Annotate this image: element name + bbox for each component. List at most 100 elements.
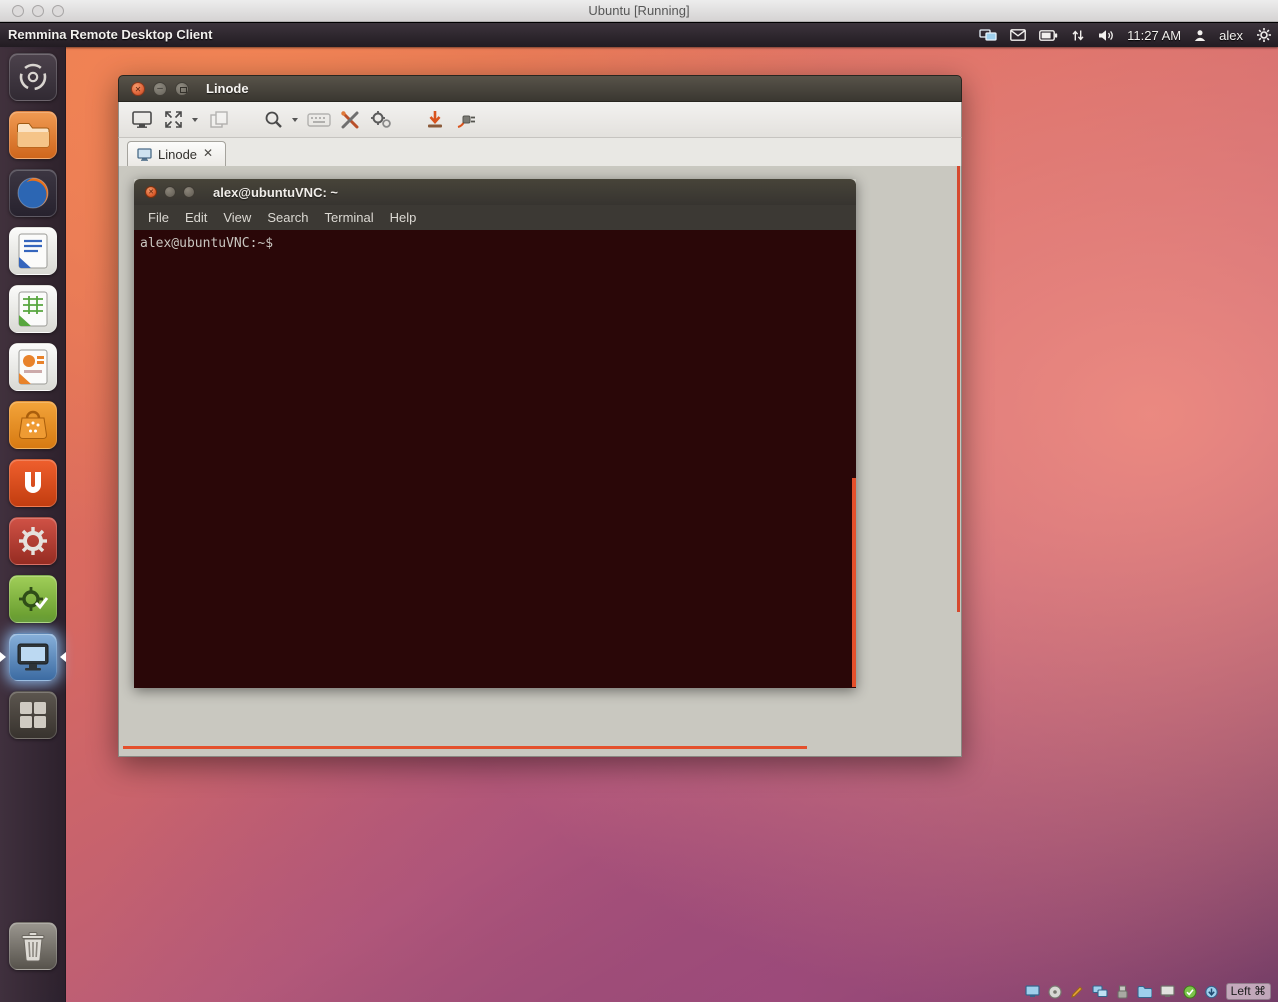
remmina-titlebar[interactable]: Linode — [118, 75, 962, 102]
menu-search[interactable]: Search — [260, 208, 315, 227]
shell-prompt: alex@ubuntuVNC:~$ — [140, 236, 273, 251]
vbox-statusbar: Left ⌘ — [1025, 983, 1271, 1000]
terminal-body[interactable]: alex@ubuntuVNC:~$ — [134, 230, 856, 688]
remmina-toolbar — [118, 102, 962, 138]
toolbar-separator — [237, 119, 255, 120]
launcher-item-software-center[interactable] — [9, 401, 57, 449]
screenshot-download-icon — [426, 110, 444, 129]
keyboard-icon — [307, 113, 331, 127]
menu-terminal[interactable]: Terminal — [318, 208, 381, 227]
scale-dropdown-caret[interactable] — [192, 118, 198, 122]
display-icon[interactable] — [1160, 985, 1175, 998]
scale-button[interactable] — [160, 106, 186, 134]
zoom-dropdown-caret[interactable] — [292, 118, 298, 122]
hdd-icon[interactable] — [1025, 985, 1040, 998]
remmina-monitor-icon — [9, 633, 57, 681]
tab-linode[interactable]: Linode — [127, 141, 226, 166]
monitor-icon — [132, 111, 152, 128]
remmina-tabbar: Linode — [118, 138, 962, 166]
launcher-item-dash-home[interactable] — [9, 53, 57, 101]
toolbar-separator — [399, 119, 417, 120]
host-close-button[interactable] — [12, 5, 24, 17]
host-minimize-button[interactable] — [32, 5, 44, 17]
launcher-item-system-settings[interactable] — [9, 517, 57, 565]
tab-label: Linode — [158, 147, 197, 162]
mail-icon[interactable] — [1010, 29, 1026, 41]
battery-icon[interactable] — [1039, 30, 1058, 41]
window-close-button[interactable] — [131, 82, 145, 96]
username[interactable]: alex — [1219, 28, 1243, 43]
usb-icon[interactable] — [1116, 985, 1129, 999]
network-icon[interactable] — [1092, 985, 1108, 998]
screen: Ubuntu [Running] Remmina Remote Desktop … — [0, 0, 1278, 1002]
tools-cross-icon — [340, 110, 360, 130]
user-icon — [1194, 29, 1206, 42]
host-zoom-button[interactable] — [52, 5, 64, 17]
zoom-button[interactable] — [260, 106, 286, 134]
screenshot-button[interactable] — [422, 106, 448, 134]
duplicate-icon — [210, 111, 228, 128]
remmina-window: Linode — [118, 75, 962, 757]
host-key-label: Left ⌘ — [1226, 983, 1271, 1000]
panel-app-title: Remmina Remote Desktop Client — [8, 23, 212, 47]
volume-icon[interactable] — [1098, 29, 1114, 42]
host-traffic-lights — [12, 5, 64, 17]
terminal-window: alex@ubuntuVNC: ~ File Edit View Search … — [134, 179, 856, 688]
launcher-item-libreoffice-writer[interactable] — [9, 227, 57, 275]
host-window-title: Ubuntu [Running] — [0, 0, 1278, 22]
menu-help[interactable]: Help — [383, 208, 424, 227]
launcher-item-files[interactable] — [9, 111, 57, 159]
preferences-button[interactable] — [337, 106, 363, 134]
vnc-artifact-line — [123, 746, 807, 749]
menu-view[interactable]: View — [216, 208, 258, 227]
focused-indicator-arrow — [60, 652, 66, 662]
calc-spreadsheet-icon — [9, 285, 57, 333]
terminal-menubar: File Edit View Search Terminal Help — [134, 205, 856, 230]
impress-presentation-icon — [9, 343, 57, 391]
launcher-item-ubuntu-one[interactable] — [9, 459, 57, 507]
remote-desktop-view[interactable]: alex@ubuntuVNC: ~ File Edit View Search … — [118, 166, 962, 757]
menu-edit[interactable]: Edit — [178, 208, 214, 227]
unity-launcher — [0, 47, 66, 1002]
window-maximize-button[interactable] — [175, 82, 189, 96]
magnifier-icon — [264, 110, 283, 129]
shared-folders-icon[interactable] — [1137, 985, 1152, 998]
system-settings-gear-icon — [9, 517, 57, 565]
window-minimize-button[interactable] — [153, 82, 167, 96]
launcher-item-trash[interactable] — [9, 922, 57, 970]
resize-arrows-icon — [164, 110, 183, 129]
terminal-minimize-button[interactable] — [164, 186, 176, 198]
ubuntu-desktop: Remmina Remote Desktop Client 11:27 AM — [0, 23, 1278, 1002]
recording-icon[interactable] — [1070, 985, 1084, 999]
optical-disc-icon[interactable] — [1048, 985, 1062, 999]
tab-close-icon[interactable] — [203, 148, 216, 161]
fullscreen-button[interactable] — [129, 106, 155, 134]
ubuntu-top-panel: Remmina Remote Desktop Client 11:27 AM — [0, 23, 1278, 47]
launcher-item-system-testing[interactable] — [9, 575, 57, 623]
terminal-titlebar[interactable]: alex@ubuntuVNC: ~ — [134, 179, 856, 205]
terminal-maximize-button[interactable] — [183, 186, 195, 198]
clock[interactable]: 11:27 AM — [1127, 28, 1181, 43]
dual-display-icon[interactable] — [979, 29, 997, 42]
launcher-item-libreoffice-calc[interactable] — [9, 285, 57, 333]
mouse-integration-icon[interactable] — [1205, 985, 1218, 999]
disconnect-button[interactable] — [453, 106, 479, 134]
tools-button[interactable] — [368, 106, 394, 134]
files-folder-icon — [9, 111, 57, 159]
tab-monitor-icon — [137, 148, 152, 161]
terminal-close-button[interactable] — [145, 186, 157, 198]
host-window-titlebar[interactable]: Ubuntu [Running] — [0, 0, 1278, 22]
keyboard-button[interactable] — [306, 106, 332, 134]
menu-file[interactable]: File — [141, 208, 176, 227]
features-icon[interactable] — [1183, 985, 1197, 999]
launcher-item-remmina[interactable] — [9, 633, 57, 681]
window-title: Linode — [206, 81, 249, 96]
launcher-item-libreoffice-impress[interactable] — [9, 343, 57, 391]
indicator-area: 11:27 AM alex — [979, 23, 1272, 47]
updown-arrows-icon[interactable] — [1071, 29, 1085, 42]
writer-document-icon — [9, 227, 57, 275]
launcher-item-workspace-switcher[interactable] — [9, 691, 57, 739]
duplicate-button[interactable] — [206, 106, 232, 134]
session-gear-icon[interactable] — [1256, 27, 1272, 43]
launcher-item-firefox[interactable] — [9, 169, 57, 217]
